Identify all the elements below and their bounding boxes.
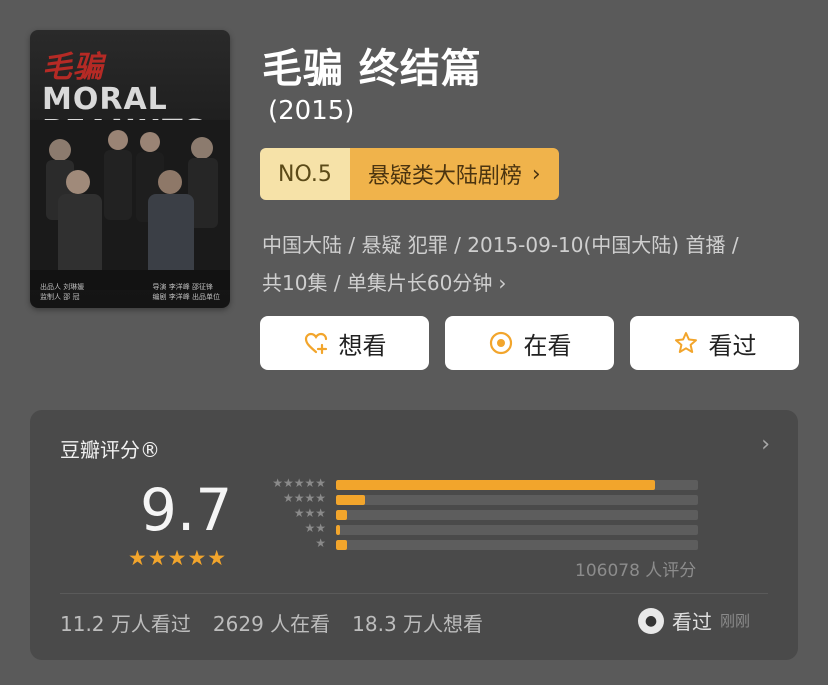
chevron-right-icon: › bbox=[498, 271, 507, 295]
meta-line-2: 共10集 / 单集片长60分钟 › bbox=[262, 264, 802, 302]
rating-panel[interactable]: 豆瓣评分® › 9.7 ★★★★★ ★★★★★ ★★★★ ★★★ ★★ ★ 10… bbox=[30, 410, 798, 660]
watching-count: 2629 人在看 bbox=[212, 612, 331, 636]
watched-button[interactable]: 看过 bbox=[630, 316, 799, 370]
poster-credits-left: 出品人 刘琳媛 监制人 邵 冠 bbox=[40, 283, 85, 301]
rating-bar-5 bbox=[336, 480, 698, 490]
want-count: 18.3 万人想看 bbox=[352, 612, 484, 636]
watched-count: 11.2 万人看过 bbox=[60, 612, 191, 636]
chevron-right-icon: › bbox=[531, 161, 541, 187]
want-to-watch-button[interactable]: 想看 bbox=[260, 316, 429, 370]
rating-distribution bbox=[336, 480, 698, 555]
friend-time: 刚刚 bbox=[720, 612, 751, 630]
ranking-list: 悬疑类大陆剧榜 › bbox=[349, 148, 559, 200]
want-to-watch-label: 想看 bbox=[338, 331, 387, 360]
chevron-right-icon[interactable]: › bbox=[761, 432, 770, 457]
avatar: ● bbox=[638, 607, 664, 634]
ratings-count: 106078 人评分 bbox=[575, 561, 697, 581]
poster-cast-figures bbox=[30, 120, 230, 290]
page-title: 毛骗 终结篇 bbox=[262, 46, 482, 92]
poster-image[interactable]: 毛骗MORAL PEANUTS 出品人 刘琳媛 监制人 邵 冠 导演 李洋峰 邵… bbox=[30, 30, 230, 308]
friend-activity[interactable]: ● 看过 刚刚 bbox=[638, 606, 750, 635]
watched-label: 看过 bbox=[708, 331, 757, 360]
poster-credits-right: 导演 李洋峰 邵征锋 编剧 李洋峰 出品单位 bbox=[152, 283, 220, 301]
rating-bar-4 bbox=[336, 495, 698, 505]
meta-line-1: 中国大陆 / 悬疑 犯罪 / 2015-09-10(中国大陆) 首播 / bbox=[262, 233, 739, 257]
show-meta[interactable]: 中国大陆 / 悬疑 犯罪 / 2015-09-10(中国大陆) 首播 / 共10… bbox=[262, 226, 802, 302]
rating-bar-3-fill bbox=[336, 510, 347, 520]
rating-bar-4-fill bbox=[336, 495, 365, 505]
rating-bar-2-fill bbox=[336, 525, 340, 535]
star-level-labels: ★★★★★ ★★★★ ★★★ ★★ ★ bbox=[256, 476, 326, 551]
rating-bar-5-fill bbox=[336, 480, 655, 490]
audience-stats: 11.2 万人看过 2629 人在看 18.3 万人想看 bbox=[60, 608, 483, 637]
watching-button[interactable]: 在看 bbox=[445, 316, 614, 370]
star-outline-icon bbox=[674, 332, 697, 353]
star-level-3: ★★★ bbox=[293, 506, 326, 520]
poster-credits: 出品人 刘琳媛 监制人 邵 冠 导演 李洋峰 邵征锋 编剧 李洋峰 出品单位 bbox=[40, 282, 220, 302]
star-level-4: ★★★★ bbox=[282, 491, 326, 505]
rating-stars: ★★★★★ bbox=[128, 546, 228, 570]
target-icon bbox=[489, 331, 512, 355]
rating-score: 9.7 bbox=[140, 476, 233, 544]
poster-title-line1: MORAL bbox=[42, 82, 168, 117]
star-level-1: ★ bbox=[315, 536, 326, 550]
release-year: (2015) bbox=[268, 96, 355, 126]
rating-bar-2 bbox=[336, 525, 698, 535]
poster-title-red: 毛骗 bbox=[42, 50, 104, 85]
rating-panel-title: 豆瓣评分® bbox=[60, 438, 160, 462]
rating-bar-1 bbox=[336, 540, 698, 550]
meta-line-2-text: 共10集 / 单集片长60分钟 bbox=[262, 271, 493, 295]
ranking-list-label: 悬疑类大陆剧榜 bbox=[367, 164, 522, 189]
divider bbox=[60, 593, 768, 594]
friend-action: 看过 bbox=[672, 610, 712, 634]
rating-bar-3 bbox=[336, 510, 698, 520]
heart-plus-icon bbox=[304, 332, 327, 355]
star-level-5: ★★★★★ bbox=[272, 476, 326, 490]
watching-label: 在看 bbox=[523, 331, 572, 360]
ranking-number: NO.5 bbox=[260, 148, 350, 200]
rating-bar-1-fill bbox=[336, 540, 347, 550]
ranking-badge[interactable]: NO.5 悬疑类大陆剧榜 › bbox=[260, 148, 559, 200]
star-level-2: ★★ bbox=[304, 521, 326, 535]
action-buttons: 想看 在看 看过 bbox=[260, 316, 799, 370]
